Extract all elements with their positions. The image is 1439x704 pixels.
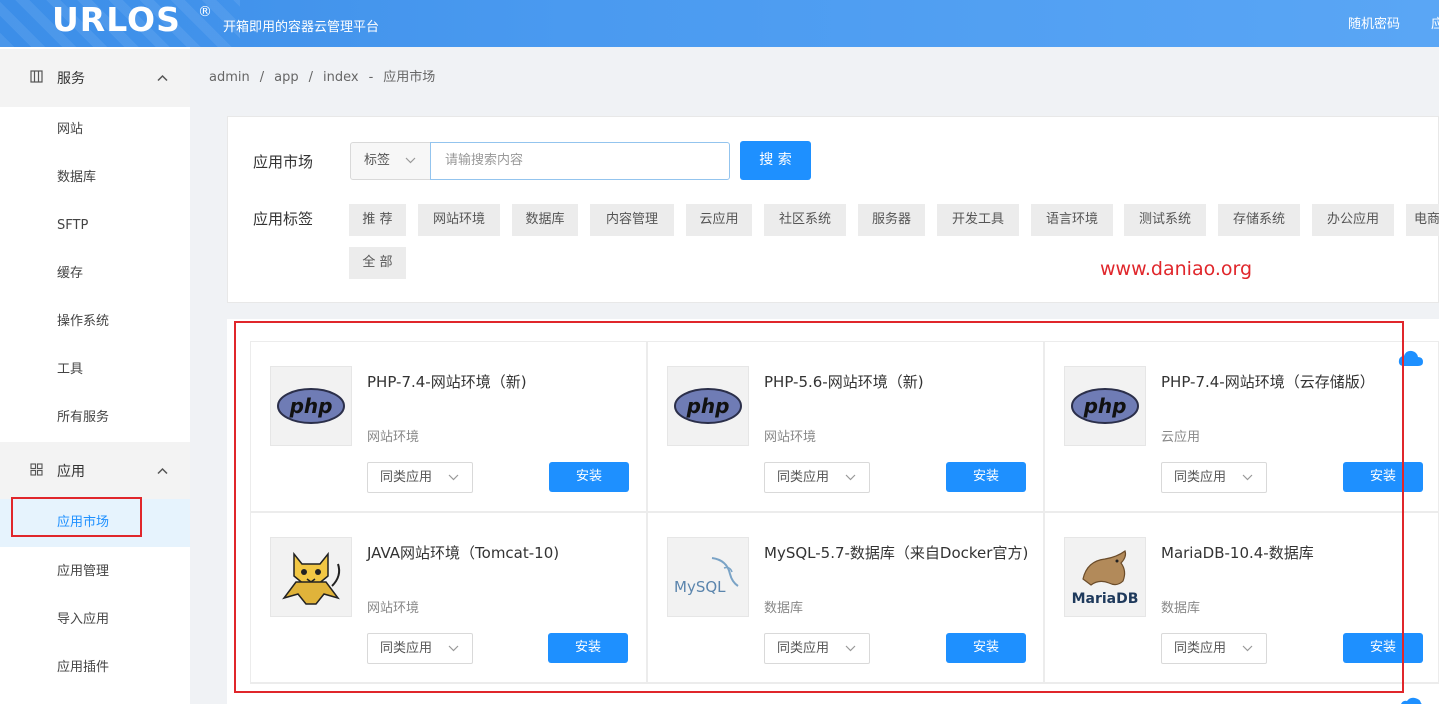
sidebar-group-label: 应用 [57, 464, 85, 480]
breadcrumb-separator: / [259, 70, 265, 85]
sidebar-item-sftp[interactable]: SFTP [0, 202, 190, 250]
sidebar-group-services[interactable]: 服务 [0, 49, 190, 107]
tag-web-env[interactable]: 网站环境 [418, 204, 500, 236]
tag-server[interactable]: 服务器 [858, 204, 925, 236]
sidebar-item-database[interactable]: 数据库 [0, 154, 190, 202]
tag-language-env[interactable]: 语言环境 [1031, 204, 1113, 236]
tag-testing[interactable]: 测试系统 [1124, 204, 1206, 236]
header-nav-truncated[interactable]: 应 [1431, 13, 1439, 32]
urlos-logo[interactable]: URLOS [52, 0, 181, 40]
cloud-icon [1398, 693, 1424, 704]
breadcrumb-item[interactable]: admin [209, 70, 250, 85]
sidebar-group-label: 服务 [57, 71, 85, 87]
breadcrumb-separator: / [308, 70, 313, 85]
search-button[interactable]: 搜 索 [740, 141, 811, 180]
tag-office[interactable]: 办公应用 [1312, 204, 1394, 236]
highlight-box-app-grid [234, 321, 1404, 693]
sidebar-item-website[interactable]: 网站 [0, 106, 190, 154]
tag-community[interactable]: 社区系统 [764, 204, 846, 236]
tag-cloud-app[interactable]: 云应用 [686, 204, 752, 236]
random-password-link[interactable]: 随机密码 [1348, 13, 1400, 32]
search-input[interactable]: 请输搜索内容 [430, 142, 730, 180]
registered-mark: ® [198, 4, 212, 20]
market-label: 应用市场 [253, 153, 314, 171]
sidebar-item-cache[interactable]: 缓存 [0, 250, 190, 298]
breadcrumb-current: 应用市场 [383, 70, 436, 85]
tag-storage[interactable]: 存储系统 [1218, 204, 1300, 236]
sidebar-item-all-services[interactable]: 所有服务 [0, 394, 190, 442]
tag-all[interactable]: 全 部 [349, 247, 406, 279]
grid-icon [30, 69, 43, 87]
search-type-select[interactable]: 标签 [350, 142, 431, 180]
tag-dev-tools[interactable]: 开发工具 [937, 204, 1019, 236]
breadcrumb-item[interactable]: app [274, 70, 298, 85]
breadcrumb-item[interactable]: index [323, 70, 359, 85]
highlight-box-sidebar [11, 497, 142, 537]
chevron-up-icon[interactable] [157, 71, 168, 85]
header-slogan: 开箱即用的容器云管理平台 [223, 20, 380, 35]
sidebar-item-tools[interactable]: 工具 [0, 346, 190, 394]
breadcrumb: admin / app / index - 应用市场 [209, 66, 445, 85]
search-panel: 应用市场 标签 请输搜索内容 搜 索 应用标签 推 荐 网站环境 数据库 内容管… [227, 116, 1439, 303]
sidebar: 服务 网站 数据库 SFTP 缓存 操作系统 工具 所有服务 应用 应用市场 应… [0, 47, 190, 704]
sidebar-item-import-app[interactable]: 导入应用 [0, 596, 190, 644]
tag-ecommerce[interactable]: 电商 [1406, 204, 1439, 236]
tags-label: 应用标签 [253, 210, 314, 228]
top-header: URLOS ® 开箱即用的容器云管理平台 随机密码 应 [0, 0, 1439, 47]
breadcrumb-separator: - [368, 70, 374, 85]
sidebar-group-apps[interactable]: 应用 [0, 442, 190, 500]
chevron-up-icon[interactable] [157, 464, 168, 478]
chevron-down-icon [405, 143, 416, 193]
watermark-text: www.daniao.org [1100, 258, 1253, 280]
sidebar-item-app-plugins[interactable]: 应用插件 [0, 644, 190, 692]
select-value: 标签 [364, 153, 391, 168]
apps-icon [30, 462, 43, 480]
sidebar-item-os[interactable]: 操作系统 [0, 298, 190, 346]
tag-database[interactable]: 数据库 [512, 204, 578, 236]
tag-recommended[interactable]: 推 荐 [349, 204, 406, 236]
sidebar-item-app-management[interactable]: 应用管理 [0, 548, 190, 596]
tag-cms[interactable]: 内容管理 [590, 204, 674, 236]
